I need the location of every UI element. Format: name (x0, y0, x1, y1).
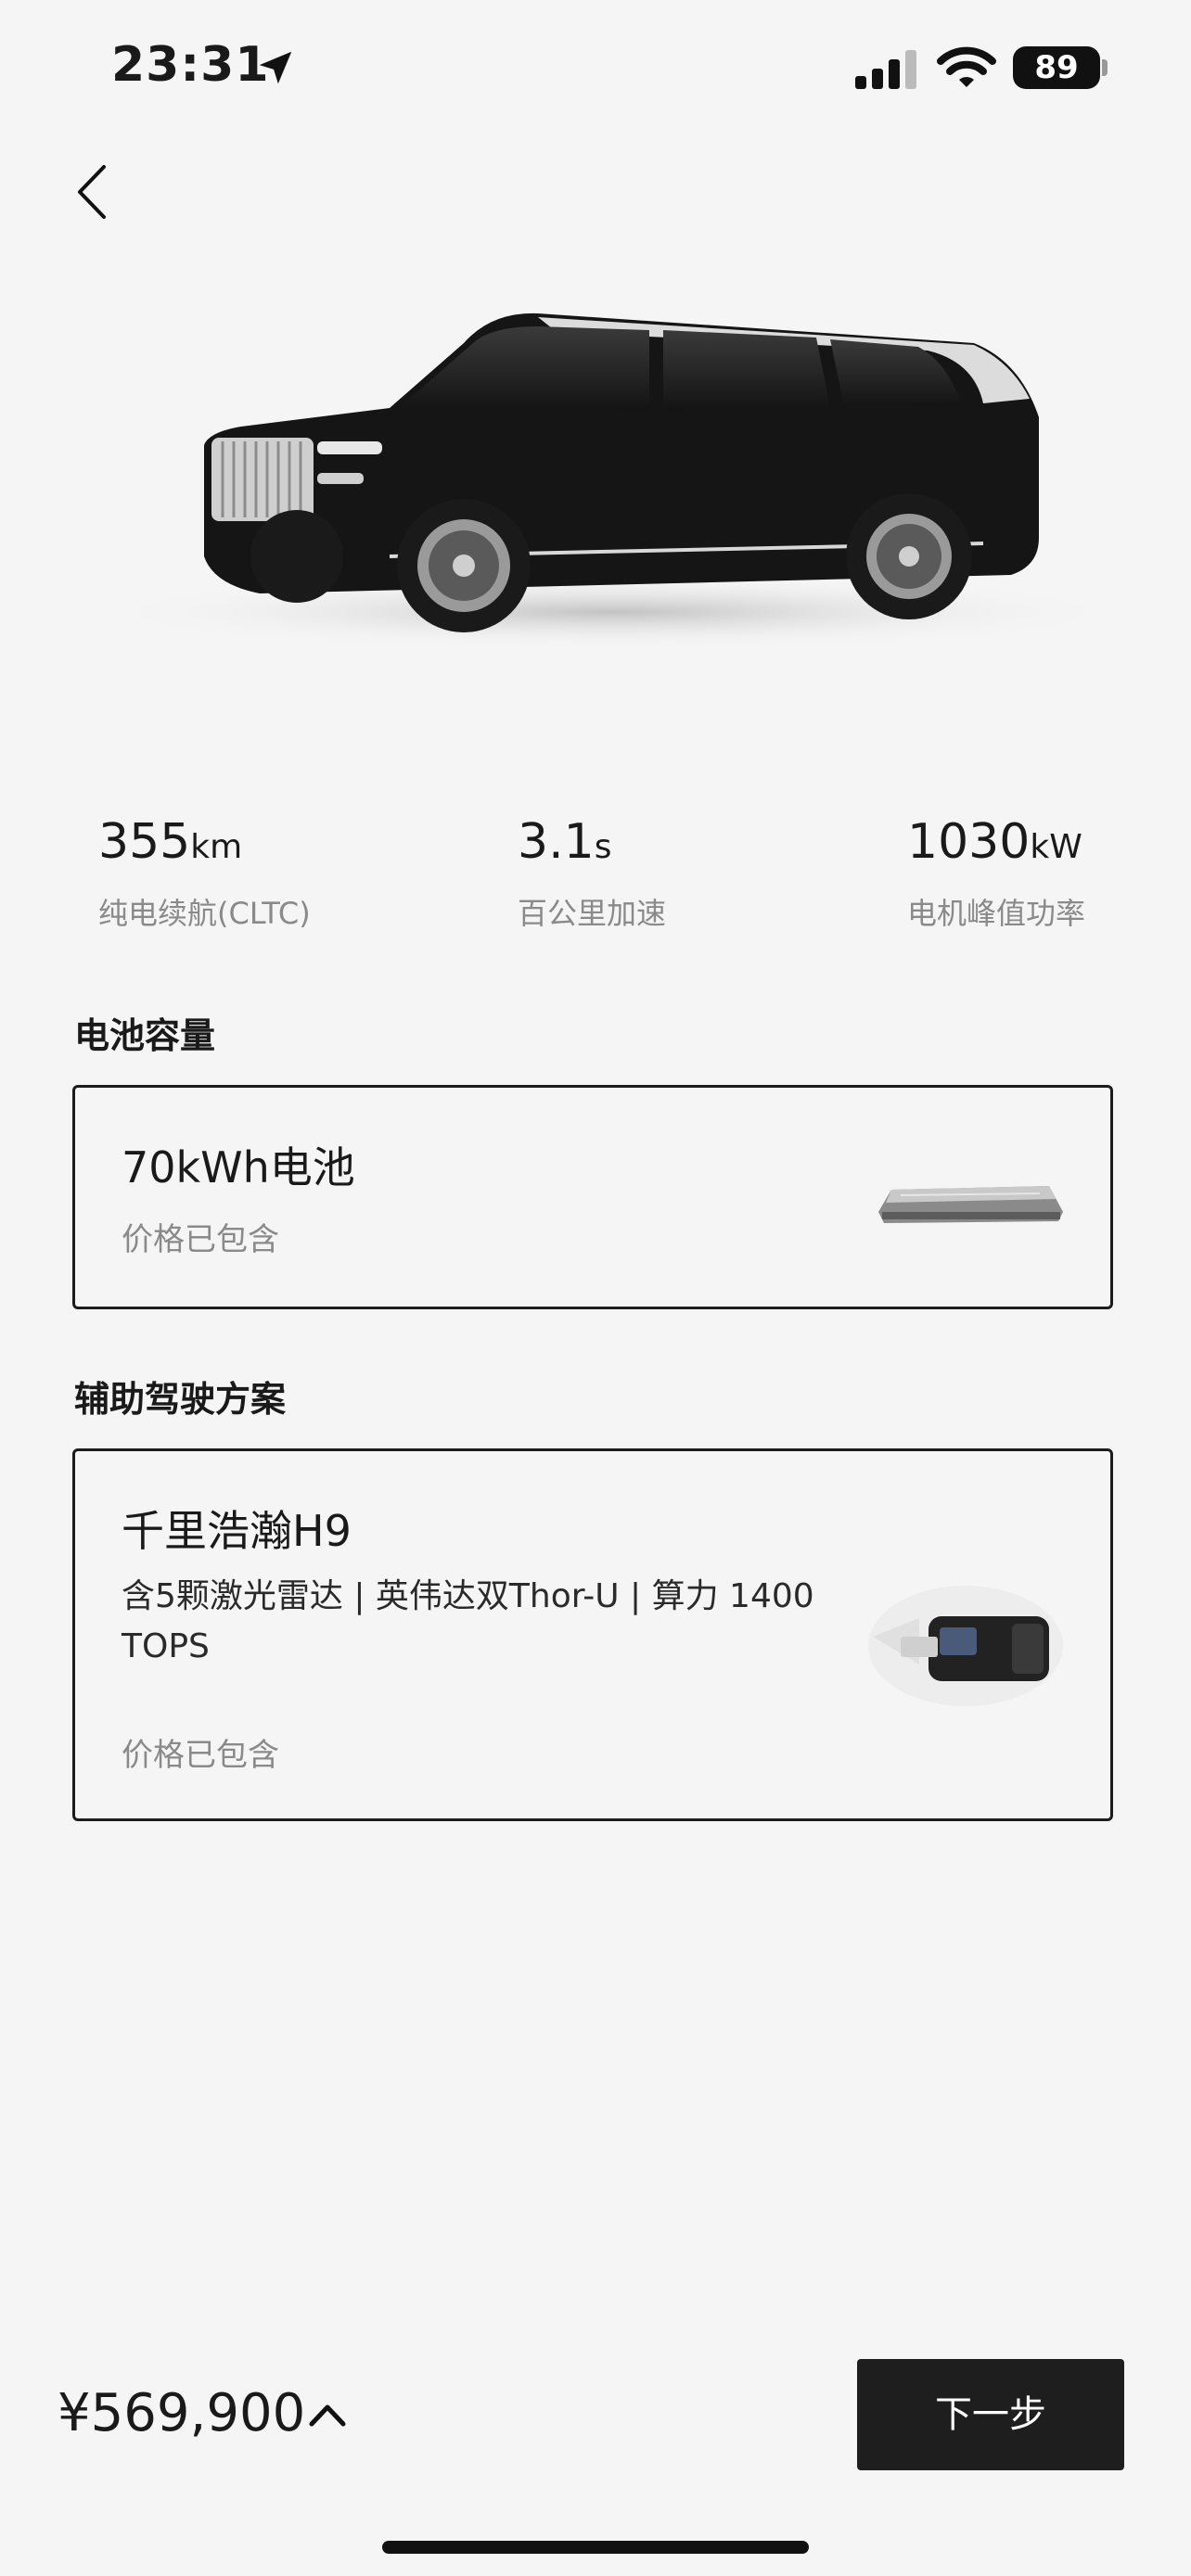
chevron-up-icon[interactable] (306, 2396, 349, 2433)
total-price: ¥569,900 (58, 2383, 306, 2443)
adas-option-note: 价格已包含 (122, 1737, 279, 1774)
spec-acceleration-value: 3.1 (518, 814, 595, 870)
cellular-signal-icon (855, 50, 916, 89)
adas-option-title: 千里浩瀚H9 (122, 1506, 352, 1556)
location-arrow-icon (259, 51, 292, 84)
adas-section-title: 辅助驾驶方案 (74, 1379, 287, 1420)
battery-pack-image (878, 1186, 1063, 1223)
vehicle-image (93, 312, 1132, 649)
spec-power: 1030kW 电机峰值功率 (907, 814, 1085, 933)
battery-section-title: 电池容量 (74, 1015, 216, 1056)
spec-power-label: 电机峰值功率 (907, 896, 1086, 931)
spec-acceleration-unit: s (594, 828, 612, 866)
spec-range-value: 355 (98, 814, 191, 870)
battery-icon: 89 (1013, 46, 1100, 89)
battery-option-note: 价格已包含 (122, 1221, 279, 1258)
wifi-icon (937, 46, 996, 87)
spec-acceleration-label: 百公里加速 (518, 896, 667, 931)
home-indicator[interactable] (382, 2541, 809, 2554)
adas-option-card[interactable]: 千里浩瀚H9 含5颗激光雷达 | 英伟达双Thor-U | 算力 1400 TO… (72, 1448, 1113, 1821)
battery-option-title: 70kWh电池 (122, 1142, 355, 1192)
spec-range-unit: km (190, 828, 243, 866)
spec-power-unit: kW (1030, 828, 1082, 866)
battery-option-card[interactable]: 70kWh电池 价格已包含 (72, 1085, 1113, 1309)
spec-range: 355km 纯电续航(CLTC) (98, 814, 311, 933)
next-step-button[interactable]: 下一步 (857, 2359, 1124, 2470)
battery-tip (1102, 59, 1108, 76)
adas-option-description: 含5颗激光雷达 | 英伟达双Thor-U | 算力 1400 TOPS (122, 1577, 814, 1665)
spec-power-value: 1030 (907, 814, 1031, 870)
status-time: 23:31 (111, 37, 270, 93)
back-chevron-icon[interactable] (67, 159, 119, 224)
spec-acceleration: 3.1s 百公里加速 (518, 814, 666, 933)
spec-range-label: 纯电续航(CLTC) (98, 896, 311, 931)
adas-sensor-image (868, 1586, 1063, 1706)
